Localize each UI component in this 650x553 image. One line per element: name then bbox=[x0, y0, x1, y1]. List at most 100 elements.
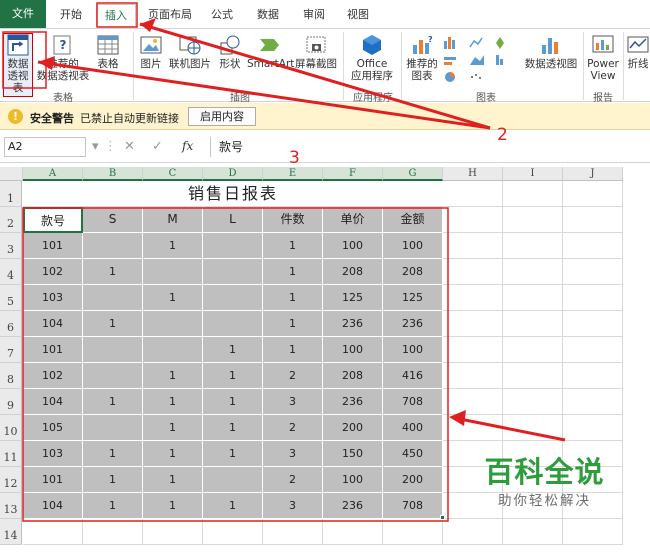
data-cell[interactable]: 1 bbox=[83, 389, 143, 415]
confirm-entry-icon[interactable]: ✓ bbox=[152, 139, 163, 154]
empty-cell[interactable] bbox=[563, 389, 623, 415]
pivot-table-button[interactable]: 数据 透视表 bbox=[3, 33, 33, 97]
data-cell[interactable]: 1 bbox=[263, 259, 323, 285]
empty-cell[interactable] bbox=[23, 519, 83, 545]
data-cell[interactable]: 1 bbox=[143, 389, 203, 415]
tab-review[interactable]: 审阅 bbox=[296, 4, 332, 26]
data-cell[interactable]: 1 bbox=[263, 233, 323, 259]
cancel-entry-icon[interactable]: ✕ bbox=[124, 139, 135, 154]
insert-function-icon[interactable]: fx bbox=[182, 139, 193, 153]
empty-cell[interactable] bbox=[563, 259, 623, 285]
data-cell[interactable]: 103 bbox=[23, 441, 83, 467]
office-addins-button[interactable]: Office 应用程序 bbox=[347, 34, 397, 82]
data-cell[interactable]: 100 bbox=[323, 467, 383, 493]
smartart-button[interactable]: SmartArt bbox=[247, 34, 294, 70]
column-header-d[interactable]: D bbox=[203, 167, 263, 181]
data-cell[interactable]: 208 bbox=[383, 259, 443, 285]
data-cell[interactable] bbox=[203, 311, 263, 337]
row-header-10[interactable]: 10 bbox=[0, 415, 22, 441]
row-header-6[interactable]: 6 bbox=[0, 311, 22, 337]
empty-cell[interactable] bbox=[503, 259, 563, 285]
data-cell[interactable] bbox=[203, 233, 263, 259]
empty-cell[interactable] bbox=[563, 415, 623, 441]
empty-cell[interactable] bbox=[443, 285, 503, 311]
empty-cell[interactable] bbox=[503, 311, 563, 337]
data-cell[interactable]: 450 bbox=[383, 441, 443, 467]
data-cell[interactable]: 236 bbox=[383, 311, 443, 337]
empty-cell[interactable] bbox=[323, 519, 383, 545]
column-header-c[interactable]: C bbox=[143, 167, 203, 181]
tab-formulas[interactable]: 公式 bbox=[204, 4, 240, 26]
empty-cell[interactable] bbox=[563, 519, 623, 545]
report-title-cell[interactable]: 销售日报表 bbox=[23, 181, 443, 207]
empty-cell[interactable] bbox=[503, 207, 563, 233]
tab-data[interactable]: 数据 bbox=[250, 4, 286, 26]
tab-file[interactable]: 文件 bbox=[0, 0, 46, 28]
empty-cell[interactable] bbox=[443, 363, 503, 389]
data-cell[interactable]: 1 bbox=[143, 467, 203, 493]
empty-cell[interactable] bbox=[443, 415, 503, 441]
data-cell[interactable]: 208 bbox=[323, 363, 383, 389]
empty-cell[interactable] bbox=[443, 311, 503, 337]
row-header-13[interactable]: 13 bbox=[0, 493, 22, 519]
empty-cell[interactable] bbox=[563, 285, 623, 311]
data-cell[interactable]: 1 bbox=[263, 285, 323, 311]
row-header-8[interactable]: 8 bbox=[0, 363, 22, 389]
pivot-chart-button[interactable]: 数据透视图 bbox=[524, 34, 578, 70]
data-cell[interactable] bbox=[83, 415, 143, 441]
data-cell[interactable]: 1 bbox=[143, 493, 203, 519]
header-cell[interactable]: 单价 bbox=[323, 207, 383, 233]
picture-button[interactable]: 图片 bbox=[137, 34, 165, 70]
empty-cell[interactable] bbox=[503, 389, 563, 415]
row-header-1[interactable]: 1 bbox=[0, 181, 22, 207]
data-cell[interactable] bbox=[83, 363, 143, 389]
empty-cell[interactable] bbox=[563, 207, 623, 233]
formula-input[interactable]: 款号 bbox=[210, 137, 650, 157]
header-cell[interactable]: M bbox=[143, 207, 203, 233]
name-box[interactable]: A2 bbox=[4, 137, 86, 157]
tab-home[interactable]: 开始 bbox=[52, 4, 90, 26]
empty-cell[interactable] bbox=[143, 519, 203, 545]
row-header-5[interactable]: 5 bbox=[0, 285, 22, 311]
data-cell[interactable]: 1 bbox=[83, 467, 143, 493]
empty-cell[interactable] bbox=[443, 389, 503, 415]
data-cell[interactable]: 2 bbox=[263, 467, 323, 493]
empty-cell[interactable] bbox=[443, 233, 503, 259]
data-cell[interactable]: 1 bbox=[143, 415, 203, 441]
empty-cell[interactable] bbox=[383, 519, 443, 545]
data-cell[interactable]: 101 bbox=[23, 233, 83, 259]
row-header-12[interactable]: 12 bbox=[0, 467, 22, 493]
data-cell[interactable]: 2 bbox=[263, 415, 323, 441]
data-cell[interactable] bbox=[83, 233, 143, 259]
row-header-4[interactable]: 4 bbox=[0, 259, 22, 285]
data-cell[interactable]: 1 bbox=[143, 233, 203, 259]
empty-cell[interactable] bbox=[503, 337, 563, 363]
data-cell[interactable]: 104 bbox=[23, 493, 83, 519]
data-cell[interactable]: 1 bbox=[83, 493, 143, 519]
column-header-i[interactable]: I bbox=[503, 167, 563, 181]
data-cell[interactable]: 3 bbox=[263, 493, 323, 519]
table-button[interactable]: 表格 bbox=[94, 34, 122, 70]
column-header-b[interactable]: B bbox=[83, 167, 143, 181]
empty-cell[interactable] bbox=[443, 259, 503, 285]
row-header-3[interactable]: 3 bbox=[0, 233, 22, 259]
data-cell[interactable]: 1 bbox=[203, 337, 263, 363]
data-cell[interactable]: 100 bbox=[383, 233, 443, 259]
recommended-pivot-button[interactable]: ? 推荐的 数据透视表 bbox=[34, 34, 92, 82]
data-cell[interactable] bbox=[83, 337, 143, 363]
name-box-dropdown-icon[interactable]: ▾ bbox=[92, 139, 99, 154]
data-cell[interactable] bbox=[203, 259, 263, 285]
data-cell[interactable]: 708 bbox=[383, 493, 443, 519]
row-header-9[interactable]: 9 bbox=[0, 389, 22, 415]
empty-cell[interactable] bbox=[503, 181, 563, 207]
empty-cell[interactable] bbox=[503, 519, 563, 545]
power-view-button[interactable]: Power View bbox=[586, 34, 620, 82]
data-cell[interactable] bbox=[83, 285, 143, 311]
data-cell[interactable]: 150 bbox=[323, 441, 383, 467]
data-cell[interactable]: 1 bbox=[203, 493, 263, 519]
chart-type-gallery[interactable] bbox=[442, 35, 522, 85]
column-header-a[interactable]: A bbox=[23, 167, 83, 181]
empty-cell[interactable] bbox=[503, 285, 563, 311]
data-cell[interactable]: 103 bbox=[23, 285, 83, 311]
data-cell[interactable]: 2 bbox=[263, 363, 323, 389]
